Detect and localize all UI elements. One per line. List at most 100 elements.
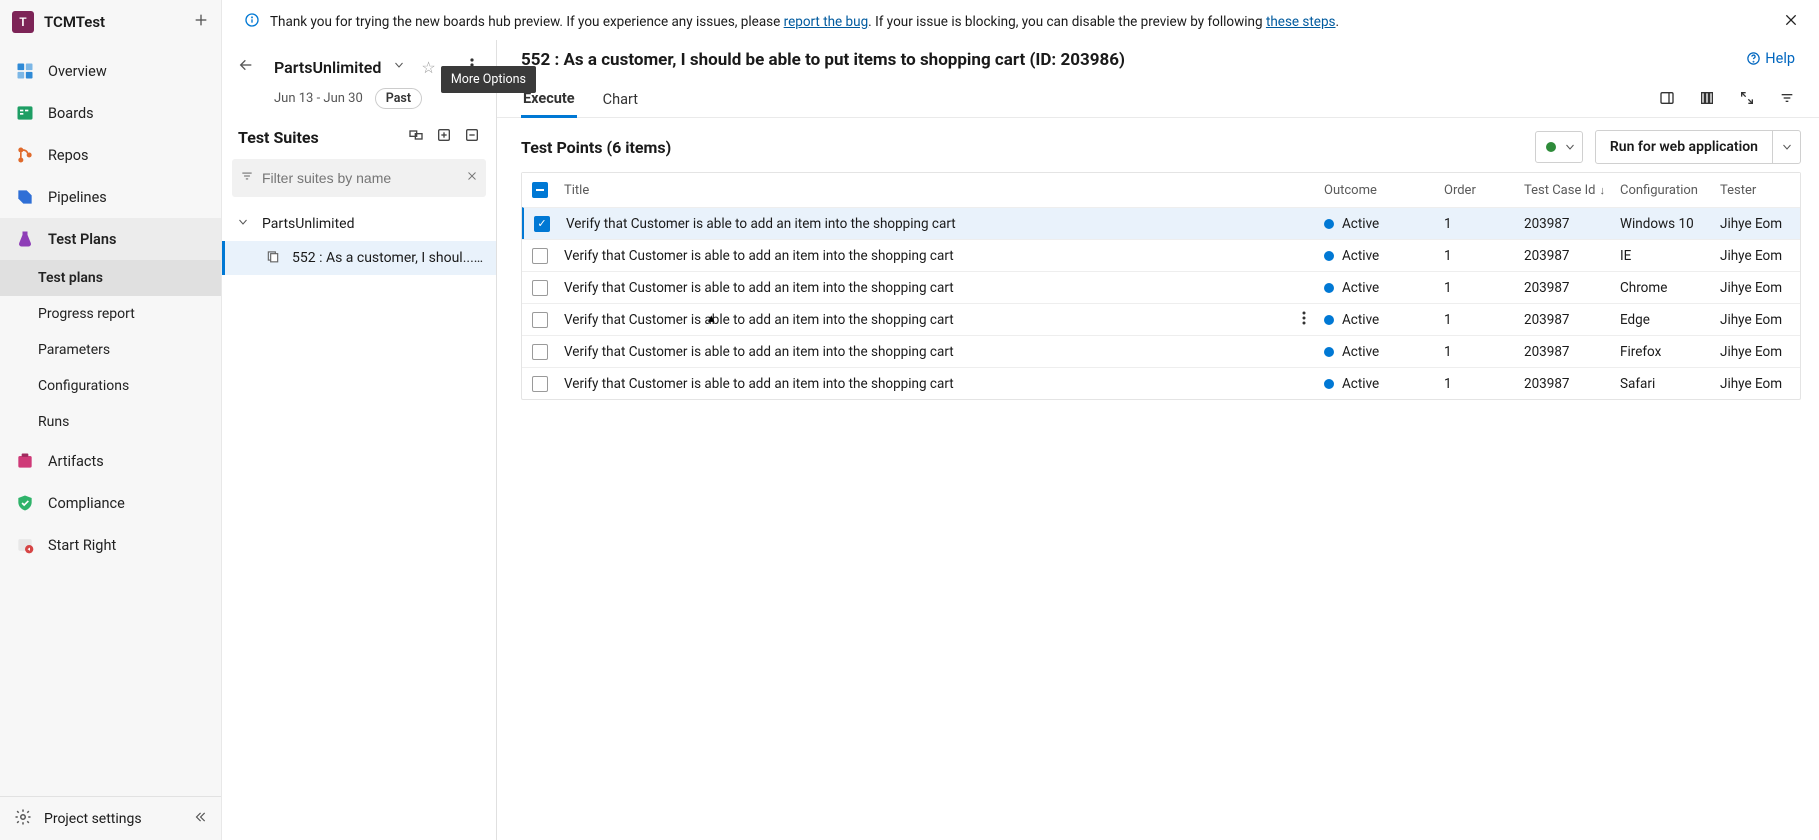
column-options-icon[interactable]	[1699, 90, 1715, 110]
row-outcome: Active	[1342, 216, 1379, 232]
plan-name[interactable]: PartsUnlimited	[274, 58, 381, 77]
nav-sub-test-plans[interactable]: Test plans	[0, 260, 221, 296]
nav-sub-parameters[interactable]: Parameters	[0, 332, 221, 368]
row-tester: Jihye Eom	[1714, 376, 1794, 392]
nav-label: Artifacts	[48, 453, 104, 470]
row-checkbox[interactable]	[532, 248, 548, 264]
row-outcome: Active	[1342, 344, 1379, 360]
table-row[interactable]: Verify that Customer is able to add an i…	[522, 303, 1800, 335]
filter-clear-icon[interactable]	[466, 170, 478, 186]
select-all-checkbox[interactable]	[532, 182, 548, 198]
col-configuration[interactable]: Configuration	[1614, 183, 1714, 198]
row-test-case-id: 203987	[1518, 344, 1614, 360]
back-icon[interactable]	[238, 57, 266, 77]
table-header: Title Outcome Order Test Case Id↓ Config…	[522, 173, 1800, 207]
suites-filter[interactable]	[232, 159, 486, 197]
row-outcome: Active	[1342, 248, 1379, 264]
test-points-heading: Test Points (6 items)	[521, 138, 671, 157]
row-more-options-icon[interactable]	[1296, 311, 1312, 329]
nav-repos[interactable]: Repos	[0, 134, 221, 176]
gear-icon[interactable]	[14, 808, 32, 830]
table-row[interactable]: Verify that Customer is able to add an i…	[522, 335, 1800, 367]
banner-link-steps[interactable]: these steps	[1266, 14, 1336, 30]
nav-sub-progress[interactable]: Progress report	[0, 296, 221, 332]
compliance-icon	[14, 492, 36, 514]
fullscreen-icon[interactable]	[1739, 90, 1755, 110]
banner-link-bug[interactable]: report the bug	[784, 14, 869, 30]
table-row[interactable]: Verify that Customer is able to add an i…	[522, 207, 1800, 239]
nav-boards[interactable]: Boards	[0, 92, 221, 134]
row-checkbox[interactable]	[532, 344, 548, 360]
nav-label: Configurations	[38, 378, 129, 394]
test-points-table: Title Outcome Order Test Case Id↓ Config…	[521, 172, 1801, 400]
nav-sub-configurations[interactable]: Configurations	[0, 368, 221, 404]
nav-artifacts[interactable]: Artifacts	[0, 440, 221, 482]
row-outcome: Active	[1342, 280, 1379, 296]
layout-panel-icon[interactable]	[1659, 90, 1675, 110]
pipelines-icon	[14, 186, 36, 208]
tree-root-label: PartsUnlimited	[262, 216, 354, 232]
col-testcaseid[interactable]: Test Case Id↓	[1518, 183, 1614, 198]
row-test-case-id: 203987	[1518, 248, 1614, 264]
row-tester: Jihye Eom	[1714, 344, 1794, 360]
row-tester: Jihye Eom	[1714, 280, 1794, 296]
row-title: Verify that Customer is able to add an i…	[566, 216, 1312, 232]
suites-add-icon[interactable]	[436, 127, 452, 147]
nav-label: Runs	[38, 414, 69, 430]
suites-collapse-expand-icon[interactable]	[408, 127, 424, 147]
row-order: 1	[1438, 248, 1518, 264]
run-button-chevron-icon[interactable]	[1772, 131, 1800, 163]
row-order: 1	[1438, 312, 1518, 328]
nav-overview[interactable]: Overview	[0, 50, 221, 92]
table-row[interactable]: Verify that Customer is able to add an i…	[522, 271, 1800, 303]
nav-start-right[interactable]: Start Right	[0, 524, 221, 566]
table-row[interactable]: Verify that Customer is able to add an i…	[522, 239, 1800, 271]
table-filter-icon[interactable]	[1779, 90, 1795, 110]
col-title[interactable]: Title	[558, 183, 1318, 198]
run-button[interactable]: Run for web application	[1596, 131, 1772, 163]
project-avatar: T	[12, 11, 34, 33]
row-test-case-id: 203987	[1518, 376, 1614, 392]
row-checkbox[interactable]	[532, 280, 548, 296]
col-tester[interactable]: Tester	[1714, 183, 1794, 198]
suites-export-icon[interactable]	[464, 127, 480, 147]
outcome-filter-button[interactable]	[1535, 131, 1583, 163]
nav-label: Start Right	[48, 537, 116, 554]
collapse-sidebar-icon[interactable]	[189, 806, 211, 832]
suites-filter-input[interactable]	[254, 170, 466, 186]
nav-compliance[interactable]: Compliance	[0, 482, 221, 524]
row-title: Verify that Customer is able to add an i…	[564, 312, 1288, 328]
outcome-dot-icon	[1324, 251, 1334, 261]
row-configuration: IE	[1614, 248, 1714, 264]
filter-icon	[240, 169, 254, 187]
project-name: TCMTest	[44, 13, 105, 31]
nav-pipelines[interactable]: Pipelines	[0, 176, 221, 218]
col-outcome[interactable]: Outcome	[1318, 183, 1438, 198]
row-test-case-id: 203987	[1518, 216, 1614, 232]
col-order[interactable]: Order	[1438, 183, 1518, 198]
nav-sub-runs[interactable]: Runs	[0, 404, 221, 440]
row-outcome: Active	[1342, 312, 1379, 328]
new-item-icon[interactable]	[193, 12, 209, 32]
info-icon	[244, 12, 260, 32]
nav-test-plans[interactable]: Test Plans	[0, 218, 221, 260]
banner-close-icon[interactable]	[1779, 8, 1803, 36]
project-header[interactable]: T TCMTest	[0, 0, 221, 44]
help-link[interactable]: Help	[1746, 50, 1795, 67]
favorite-star-icon[interactable]: ☆	[417, 58, 439, 77]
tab-chart[interactable]: Chart	[601, 82, 640, 118]
tree-suite-item[interactable]: 552 : As a customer, I shoul... ..	[222, 241, 496, 275]
table-row[interactable]: Verify that Customer is able to add an i…	[522, 367, 1800, 399]
row-configuration: Safari	[1614, 376, 1714, 392]
suites-heading: Test Suites	[238, 128, 319, 147]
row-checkbox[interactable]	[532, 312, 548, 328]
row-checkbox[interactable]	[532, 376, 548, 392]
settings-label[interactable]: Project settings	[44, 811, 142, 827]
tree-root[interactable]: PartsUnlimited	[222, 207, 496, 241]
row-title: Verify that Customer is able to add an i…	[564, 344, 1312, 360]
plan-picker-chevron-icon[interactable]	[389, 57, 409, 77]
chevron-down-icon[interactable]	[236, 216, 250, 232]
nav-label: Boards	[48, 105, 94, 122]
outcome-dot-icon	[1324, 379, 1334, 389]
row-checkbox[interactable]	[534, 216, 550, 232]
